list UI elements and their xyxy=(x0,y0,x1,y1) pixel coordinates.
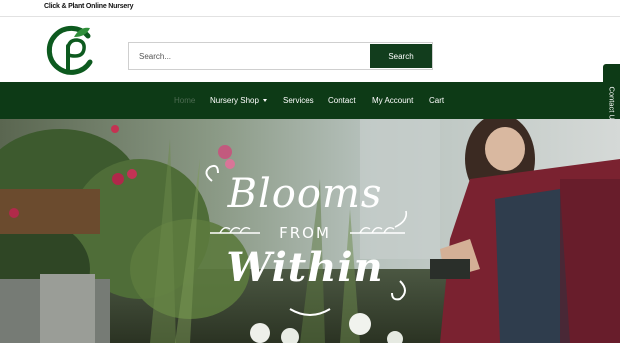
hero-title: Blooms FROM Within xyxy=(200,161,420,331)
top-bar: Click & Plant Online Nursery xyxy=(0,0,620,17)
nav-item-services[interactable]: Services xyxy=(283,96,314,105)
chevron-down-icon xyxy=(262,99,267,102)
cp-leaf-logo-icon xyxy=(46,25,93,75)
hero-line-blooms: Blooms xyxy=(227,171,383,217)
nav-item-home[interactable]: Home xyxy=(174,96,195,105)
hero-banner: Blooms FROM Within xyxy=(0,119,620,343)
contact-us-label: Contact Us xyxy=(607,86,616,124)
nav-item-cart[interactable]: Cart xyxy=(429,96,444,105)
header: Search xyxy=(0,17,620,82)
site-name[interactable]: Click & Plant Online Nursery xyxy=(44,3,134,10)
main-nav: Home Nursery Shop Services Contact My Ac… xyxy=(0,82,620,119)
search-bar: Search xyxy=(128,42,433,70)
nav-item-label: Nursery Shop xyxy=(210,96,259,105)
site-logo[interactable] xyxy=(44,22,98,77)
search-input[interactable] xyxy=(129,43,370,69)
nav-item-my-account[interactable]: My Account xyxy=(372,96,413,105)
nav-item-nursery-shop[interactable]: Nursery Shop xyxy=(210,96,267,105)
hero-line-from: FROM xyxy=(279,224,331,242)
hero-line-within: Within xyxy=(226,244,384,291)
nav-item-contact[interactable]: Contact xyxy=(328,96,356,105)
search-button[interactable]: Search xyxy=(370,44,432,68)
